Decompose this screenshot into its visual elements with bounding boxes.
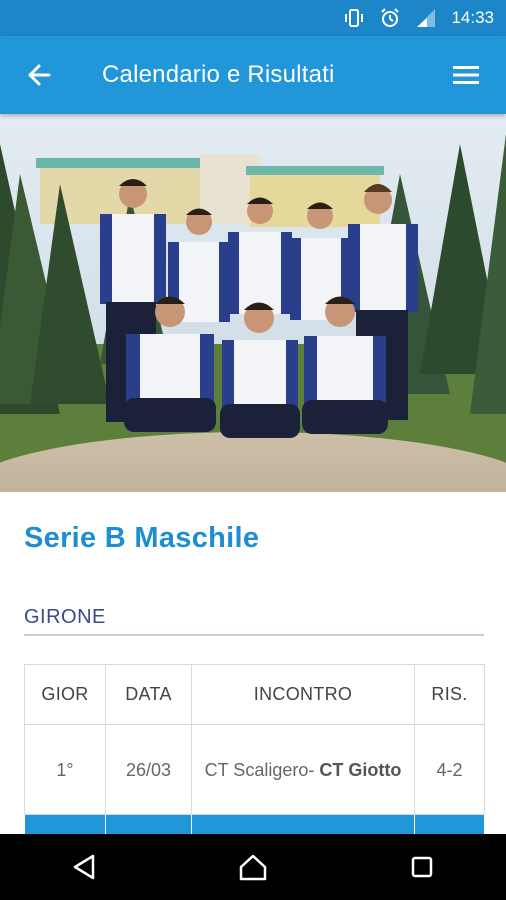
group-divider bbox=[24, 634, 484, 636]
cell-result: 4-2 bbox=[414, 724, 485, 815]
highlight-cell bbox=[24, 814, 106, 834]
status-time: 14:33 bbox=[451, 8, 494, 27]
header-result: RIS. bbox=[414, 664, 485, 725]
system-nav-bar bbox=[0, 834, 506, 900]
highlight-cell bbox=[105, 814, 192, 834]
header-round: GIOR bbox=[24, 664, 106, 725]
nav-home-button[interactable] bbox=[223, 837, 283, 897]
nav-recents-button[interactable] bbox=[392, 837, 452, 897]
vibrate-icon bbox=[343, 7, 365, 29]
header-date: DATA bbox=[105, 664, 192, 725]
group-label: GIRONE bbox=[24, 606, 106, 628]
cell-date: 26/03 bbox=[105, 724, 192, 815]
header-match: INCONTRO bbox=[191, 664, 415, 725]
app-bar: Calendario e Risultati bbox=[0, 36, 506, 114]
page-title: Calendario e Risultati bbox=[102, 61, 335, 88]
main-content: Serie B Maschile GIRONE GIOR DATA INCONT… bbox=[0, 492, 506, 834]
section-title: Serie B Maschile bbox=[24, 522, 260, 554]
home-team: CT Scaligero- bbox=[204, 759, 315, 780]
team-photo bbox=[0, 114, 506, 492]
away-team: CT Giotto bbox=[319, 759, 402, 780]
recents-square-icon bbox=[411, 856, 432, 878]
back-triangle-icon bbox=[74, 854, 95, 880]
cell-match: CT Scaligero- CT Giotto bbox=[191, 724, 415, 815]
highlight-cell bbox=[191, 814, 415, 834]
results-table: GIOR DATA INCONTRO RIS. 1° 26/03 CT Scal… bbox=[24, 664, 485, 834]
home-icon bbox=[239, 854, 267, 881]
arrow-back-icon bbox=[28, 64, 51, 86]
table-row-highlighted[interactable] bbox=[24, 814, 485, 834]
nav-back-button[interactable] bbox=[54, 837, 114, 897]
cell-round: 1° bbox=[24, 724, 106, 815]
highlight-cell bbox=[414, 814, 485, 834]
hamburger-menu-icon bbox=[453, 66, 479, 84]
table-header-row: GIOR DATA INCONTRO RIS. bbox=[24, 664, 485, 725]
signal-icon bbox=[415, 7, 437, 29]
status-bar: 14:33 bbox=[0, 0, 506, 36]
menu-button[interactable] bbox=[426, 36, 506, 114]
alarm-icon bbox=[379, 7, 401, 29]
back-button[interactable] bbox=[0, 36, 78, 114]
table-row[interactable]: 1° 26/03 CT Scaligero- CT Giotto 4-2 bbox=[24, 724, 485, 815]
